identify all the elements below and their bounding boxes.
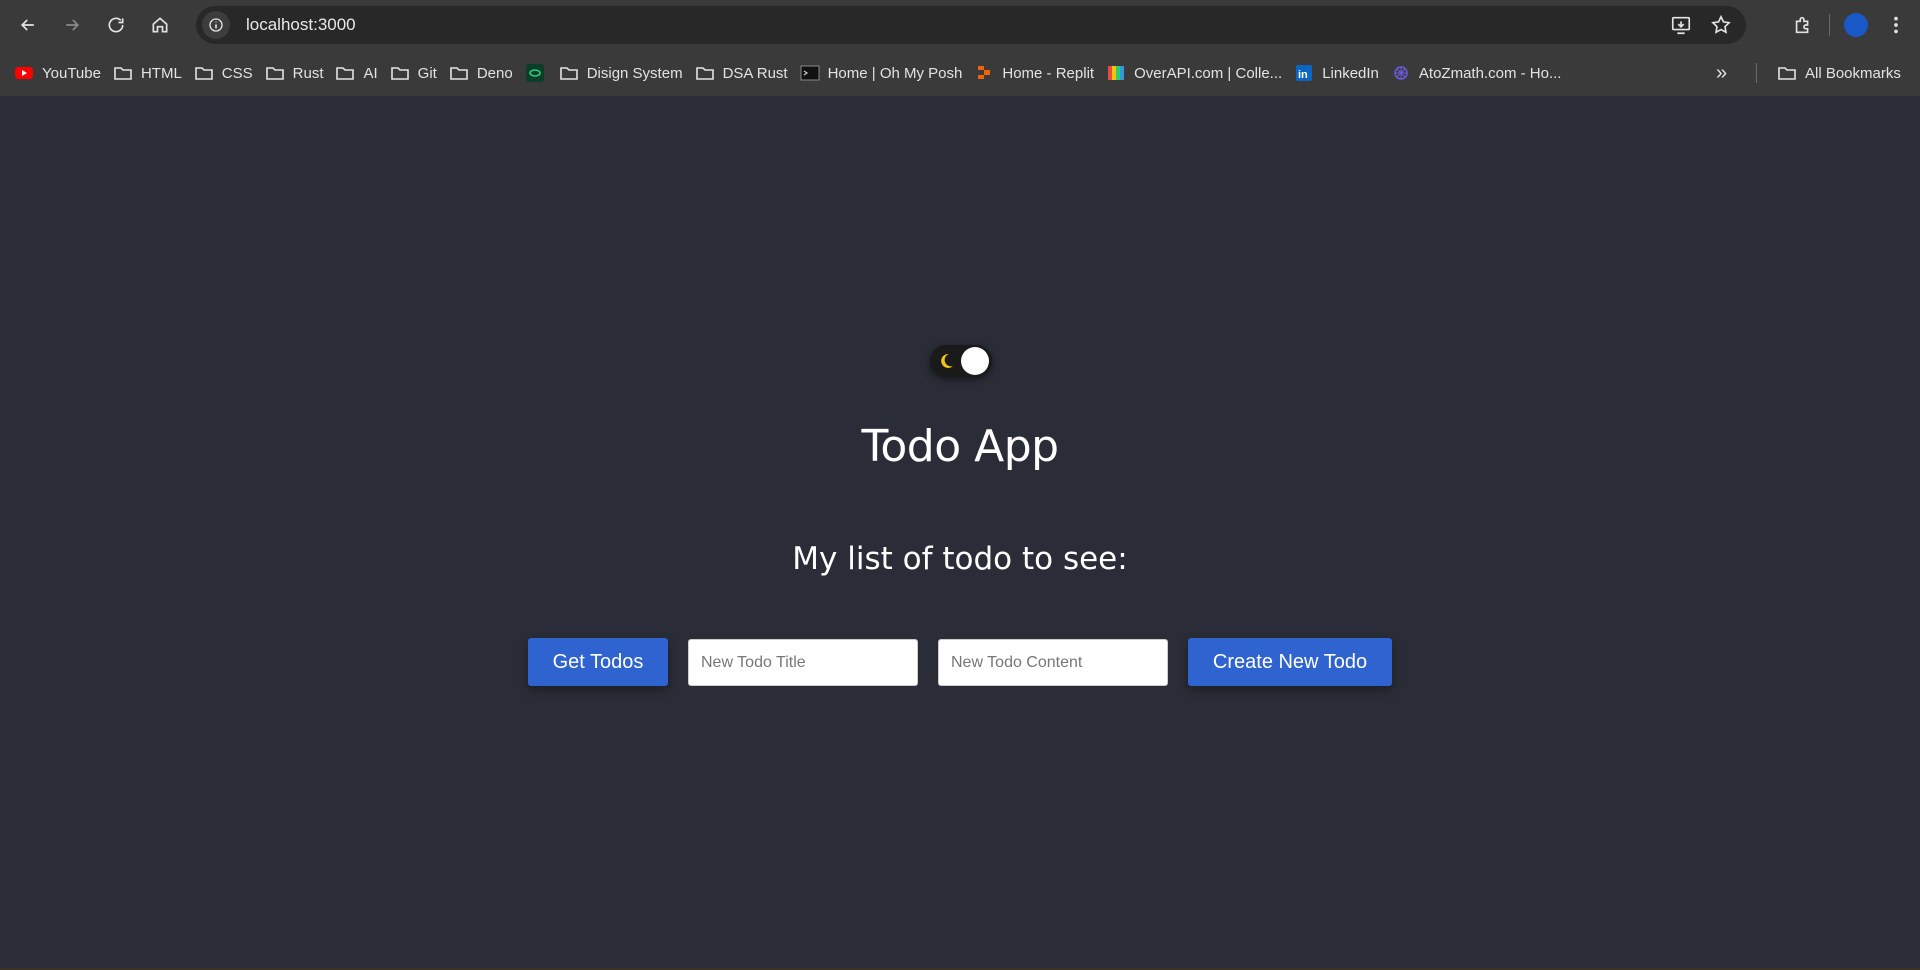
bookmark-oh-my-posh[interactable]: Home | Oh My Posh — [798, 58, 973, 88]
menu-button[interactable] — [1876, 0, 1916, 50]
more-vertical-icon — [1894, 16, 1898, 34]
arrow-right-icon — [66, 19, 80, 31]
bookmarks-divider — [1756, 63, 1757, 83]
theme-toggle[interactable] — [930, 345, 992, 377]
bookmark-label: Disign System — [586, 64, 683, 82]
bookmark-label: HTML — [140, 64, 182, 82]
bookmark-atozmath[interactable]: AtoZmath.com - Ho... — [1389, 58, 1572, 88]
bookmark-folder-html[interactable]: HTML — [111, 58, 192, 88]
reload-icon — [108, 17, 124, 33]
todo-title-input[interactable] — [688, 639, 918, 686]
home-button[interactable] — [138, 0, 182, 50]
home-icon — [152, 17, 168, 33]
folder-icon — [559, 64, 579, 82]
bookmark-label: CSS — [221, 64, 253, 82]
folder-icon — [1777, 64, 1797, 82]
youtube-icon — [14, 64, 34, 82]
bookmark-linkedin[interactable]: in LinkedIn — [1292, 58, 1389, 88]
bookmark-folder-ai[interactable]: AI — [333, 58, 387, 88]
site-info-button[interactable] — [202, 11, 230, 39]
bookmark-folder-rust[interactable]: Rust — [263, 58, 334, 88]
svg-text:in: in — [1298, 69, 1308, 81]
bookmark-folder-deno[interactable]: Deno — [447, 58, 523, 88]
green-app-icon — [525, 64, 545, 82]
replit-icon — [974, 64, 994, 82]
bookmark-folder-disign-system[interactable]: Disign System — [557, 58, 693, 88]
bookmark-replit[interactable]: Home - Replit — [972, 58, 1104, 88]
bookmark-label: YouTube — [42, 64, 101, 82]
page-content: Todo App My list of todo to see: Get Tod… — [0, 96, 1920, 970]
folder-icon — [113, 64, 133, 82]
page-title: Todo App — [861, 421, 1059, 472]
bookmark-green-app[interactable] — [523, 58, 557, 88]
overapi-icon — [1106, 64, 1126, 82]
create-todo-button[interactable]: Create New Todo — [1188, 638, 1392, 686]
info-icon — [209, 18, 223, 32]
toggle-knob — [961, 347, 989, 375]
atozmath-icon — [1391, 64, 1411, 82]
bookmark-label: Deno — [476, 64, 513, 82]
bookmark-label: Home | Oh My Posh — [827, 64, 963, 82]
reload-button[interactable] — [94, 0, 138, 50]
bookmark-label: LinkedIn — [1322, 64, 1379, 82]
get-todos-button[interactable]: Get Todos — [528, 638, 668, 686]
bookmark-folder-css[interactable]: CSS — [192, 58, 263, 88]
folder-icon — [449, 64, 469, 82]
all-bookmarks-button[interactable]: All Bookmarks — [1775, 58, 1911, 88]
url-text[interactable]: localhost:3000 — [246, 15, 356, 35]
install-app-icon[interactable] — [1670, 14, 1692, 36]
moon-icon — [941, 353, 953, 368]
todo-content-input[interactable] — [938, 639, 1168, 686]
arrow-left-icon — [20, 19, 34, 31]
address-bar[interactable]: localhost:3000 — [196, 6, 1746, 44]
bookmark-star-icon[interactable] — [1710, 14, 1732, 36]
folder-icon — [194, 64, 214, 82]
folder-icon — [265, 64, 285, 82]
bookmark-overapi[interactable]: OverAPI.com | Colle... — [1104, 58, 1292, 88]
linkedin-icon: in — [1294, 64, 1314, 82]
browser-toolbar: localhost:3000 — [0, 0, 1920, 50]
bookmark-label: AtoZmath.com - Ho... — [1418, 64, 1562, 82]
bookmark-label: Git — [417, 64, 437, 82]
folder-icon — [695, 64, 715, 82]
profile-button[interactable] — [1836, 0, 1876, 50]
forward-button[interactable] — [50, 0, 94, 50]
bookmarks-bar: YouTube HTML CSS Rust AI Git Deno Disign… — [0, 50, 1920, 96]
folder-icon — [390, 64, 410, 82]
page-subtitle: My list of todo to see: — [792, 541, 1128, 577]
terminal-icon — [800, 64, 820, 82]
bookmark-youtube[interactable]: YouTube — [12, 58, 111, 88]
bookmark-folder-git[interactable]: Git — [388, 58, 447, 88]
bookmark-label: DSA Rust — [722, 64, 788, 82]
toolbar-divider — [1829, 14, 1830, 36]
extensions-button[interactable] — [1783, 0, 1823, 50]
folder-icon — [335, 64, 355, 82]
bookmark-folder-dsa-rust[interactable]: DSA Rust — [693, 58, 798, 88]
back-button[interactable] — [6, 0, 50, 50]
bookmark-label: All Bookmarks — [1805, 64, 1901, 82]
bookmark-label: AI — [363, 64, 378, 82]
more-bookmarks-chevron-icon[interactable]: » — [1716, 50, 1727, 96]
avatar — [1844, 13, 1868, 37]
bookmark-label: Home - Replit — [1002, 64, 1095, 82]
puzzle-icon — [1795, 16, 1809, 34]
bookmark-label: Rust — [292, 64, 324, 82]
bookmark-label: OverAPI.com | Colle... — [1134, 64, 1283, 82]
